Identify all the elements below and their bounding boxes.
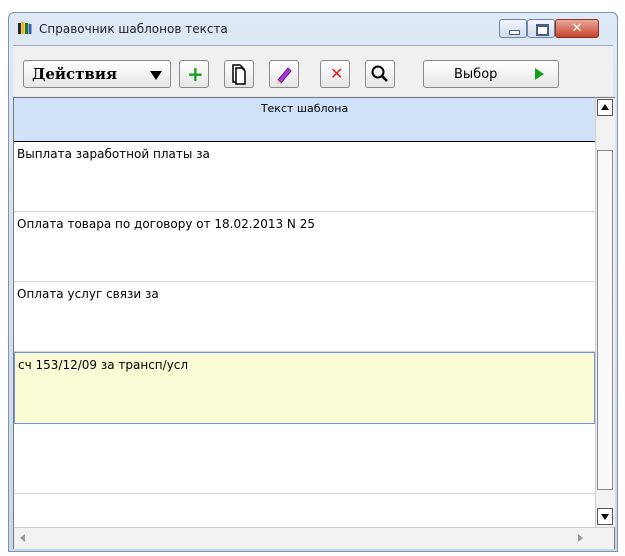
select-button[interactable]: Выбор <box>423 60 559 88</box>
search-button[interactable] <box>365 60 395 88</box>
column-header[interactable]: Текст шаблона <box>14 98 595 142</box>
actions-menu-button[interactable]: Действия <box>23 60 171 88</box>
row-text: сч 153/12/09 за трансп/усл <box>18 358 189 372</box>
add-button[interactable]: + <box>179 60 209 88</box>
scroll-left-arrow-icon[interactable] <box>20 534 25 542</box>
toolbar: Действия + ✕ Выбор <box>13 45 613 96</box>
copy-icon <box>232 64 246 85</box>
play-icon <box>535 68 544 80</box>
scroll-down-arrow-icon[interactable] <box>597 508 613 525</box>
scroll-up-arrow-icon[interactable] <box>597 99 613 116</box>
scroll-right-arrow-icon[interactable] <box>578 534 583 542</box>
delete-icon: ✕ <box>330 64 344 83</box>
edit-button[interactable] <box>269 60 299 88</box>
books-icon <box>18 22 32 34</box>
row-text: Оплата услуг связи за <box>17 287 159 301</box>
table-row[interactable]: Выплата заработной платы за <box>14 142 595 212</box>
column-header-label: Текст шаблона <box>260 102 349 115</box>
close-button[interactable]: ✕ <box>555 19 599 38</box>
table-row-selected[interactable]: сч 153/12/09 за трансп/усл <box>14 352 595 424</box>
pencil-icon <box>277 67 292 84</box>
caret-down-icon <box>150 71 162 80</box>
actions-label: Действия <box>32 65 118 83</box>
window-title: Справочник шаблонов текста <box>39 22 228 36</box>
copy-button[interactable] <box>224 60 254 88</box>
plus-icon: + <box>187 62 204 86</box>
table-row-empty[interactable] <box>14 424 595 494</box>
scroll-thumb[interactable] <box>597 150 613 490</box>
minimize-button[interactable] <box>499 19 527 38</box>
row-text: Выплата заработной платы за <box>17 147 210 161</box>
table-row[interactable]: Оплата услуг связи за <box>14 282 595 352</box>
row-text: Оплата товара по договору от 18.02.2013 … <box>17 217 315 231</box>
table-row[interactable]: Оплата товара по договору от 18.02.2013 … <box>14 212 595 282</box>
delete-button[interactable]: ✕ <box>320 60 350 88</box>
horizontal-scrollbar[interactable] <box>14 527 614 549</box>
close-icon: ✕ <box>571 21 583 36</box>
templates-table: Текст шаблона Выплата заработной платы з… <box>13 97 615 549</box>
select-label: Выбор <box>454 67 498 82</box>
search-icon <box>371 65 388 82</box>
title-bar[interactable]: Справочник шаблонов текста ✕ <box>9 13 617 43</box>
vertical-scrollbar[interactable] <box>595 98 615 527</box>
maximize-button[interactable] <box>527 19 555 38</box>
templates-window: Справочник шаблонов текста ✕ Действия + … <box>8 12 618 552</box>
